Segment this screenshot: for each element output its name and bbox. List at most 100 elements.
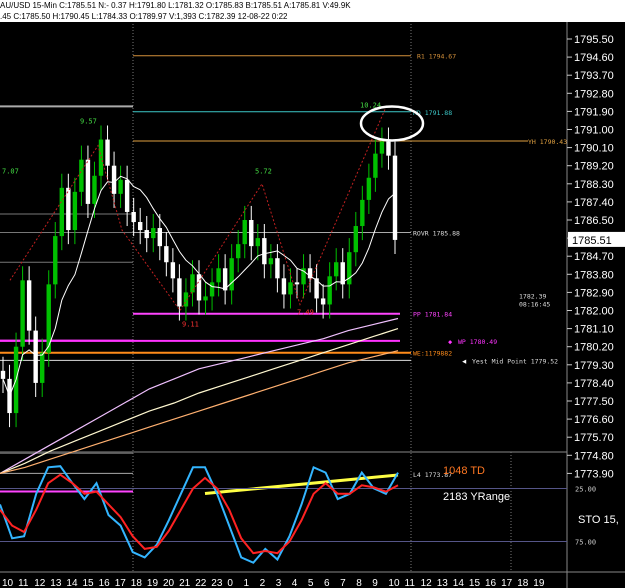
price-label: 1773.90 bbox=[574, 468, 614, 480]
candle-body bbox=[151, 228, 156, 239]
time-label: 20 bbox=[163, 578, 175, 588]
time-label: 1 bbox=[244, 578, 250, 588]
price-axis: 1795.50 1794.60 1793.70 1792.80 1791.90 1791.… bbox=[567, 34, 625, 480]
ymid-label: Yest Mid Point 1779.52 bbox=[472, 357, 558, 365]
candle-body bbox=[138, 222, 143, 231]
candle-body bbox=[216, 268, 221, 283]
current-price-label: 1785.51 bbox=[572, 235, 612, 247]
r1-label: R1 1794.67 bbox=[417, 53, 456, 61]
price-label: 1786.50 bbox=[574, 215, 614, 227]
candle-body bbox=[164, 246, 169, 263]
price-label: 1789.20 bbox=[574, 161, 614, 173]
candle-body bbox=[196, 274, 202, 301]
candle-body bbox=[118, 179, 123, 194]
candles bbox=[0, 125, 398, 428]
stochastic-panel: 25.00 75.00 1048 TD 2183 YRange STO 15, bbox=[0, 465, 619, 564]
price-label: 1794.60 bbox=[574, 52, 614, 64]
time-label: 18 bbox=[131, 578, 143, 588]
time-label: 2 bbox=[260, 578, 266, 588]
l4-trend bbox=[204, 473, 399, 496]
swing-label: 9.11 bbox=[182, 321, 199, 329]
candle-body bbox=[66, 187, 71, 231]
candle-body bbox=[268, 258, 274, 265]
wp-label: WP 1780.49 bbox=[458, 338, 497, 346]
swing-label: 5.72 bbox=[255, 168, 272, 176]
candle-body bbox=[72, 191, 78, 231]
time-label: 23 bbox=[211, 578, 223, 588]
price-label: 1776.60 bbox=[574, 414, 614, 426]
candle-body bbox=[92, 175, 97, 204]
time-label: 21 bbox=[179, 578, 191, 588]
candle-body bbox=[111, 165, 117, 194]
yh-label: YH 1790.43 bbox=[528, 138, 567, 146]
candle-body bbox=[379, 141, 385, 154]
candle-body bbox=[131, 211, 136, 223]
time-label: 22 bbox=[195, 578, 207, 588]
candle-body bbox=[334, 262, 339, 277]
time-label: 5 bbox=[308, 578, 314, 588]
candle-body bbox=[53, 236, 58, 285]
price-label: 1790.10 bbox=[574, 143, 614, 155]
candle-body bbox=[40, 352, 45, 383]
price-label: 1774.80 bbox=[574, 450, 614, 462]
price-label: 1777.50 bbox=[574, 396, 614, 408]
time-label: 7 bbox=[340, 578, 346, 588]
time-label: 0 bbox=[227, 578, 233, 588]
time-label: 19 bbox=[147, 578, 159, 588]
cursor-time: 08:16:45 bbox=[519, 300, 550, 308]
candle-body bbox=[242, 220, 247, 245]
time-label: 18 bbox=[517, 578, 529, 588]
candle-body bbox=[157, 228, 162, 247]
candle-body bbox=[320, 298, 326, 305]
candle-body bbox=[26, 280, 32, 331]
price-label: 1781.10 bbox=[574, 324, 614, 336]
price-label: 1792.80 bbox=[574, 88, 614, 100]
candle-body bbox=[353, 226, 358, 253]
swing-label: 7.07 bbox=[2, 168, 19, 176]
time-label: 17 bbox=[501, 578, 513, 588]
time-label: 11 bbox=[18, 578, 29, 588]
candle-body bbox=[79, 159, 84, 192]
candle-body bbox=[288, 282, 293, 295]
sto-lower-label: 75.00 bbox=[575, 539, 596, 547]
we-label: WE:1179882 bbox=[413, 350, 452, 358]
time-label: 11 bbox=[405, 578, 416, 588]
candle-body bbox=[360, 199, 365, 227]
rovr-label: ROVR 1785.88 bbox=[413, 229, 460, 237]
candle-body bbox=[249, 220, 254, 247]
time-label: 16 bbox=[99, 578, 111, 588]
time-label: 14 bbox=[66, 578, 78, 588]
time-label: 17 bbox=[115, 578, 127, 588]
candle-body bbox=[366, 177, 372, 200]
time-label: 14 bbox=[453, 578, 465, 588]
time-label: 15 bbox=[469, 578, 481, 588]
swing-label: 7.49 bbox=[297, 309, 314, 317]
price-label: 1778.40 bbox=[574, 378, 614, 390]
time-label: 16 bbox=[485, 578, 497, 588]
yrange-label: 2183 YRange bbox=[443, 491, 510, 503]
time-label: 12 bbox=[421, 578, 433, 588]
time-label: 10 bbox=[2, 578, 14, 588]
candle-body bbox=[392, 155, 398, 240]
candle-body bbox=[170, 262, 176, 279]
candle-body bbox=[327, 276, 332, 305]
candle-body bbox=[294, 282, 300, 285]
price-label: 1779.30 bbox=[574, 360, 614, 372]
pp-label: PP 1781.84 bbox=[413, 311, 452, 319]
price-label: 1782.00 bbox=[574, 306, 614, 318]
candle-body bbox=[209, 282, 215, 297]
price-label: 1791.00 bbox=[574, 125, 614, 137]
swing-label: 9.57 bbox=[80, 117, 97, 125]
candle-body bbox=[124, 179, 130, 212]
price-label: 1780.20 bbox=[574, 342, 614, 354]
time-label: 9 bbox=[372, 578, 378, 588]
candle-body bbox=[275, 258, 280, 279]
price-chart[interactable]: 1795.50 1794.60 1793.70 1792.80 1791.90 1791.… bbox=[0, 0, 625, 588]
candle-body bbox=[85, 159, 91, 204]
time-axis: 10 11 12 13 14 15 16 17 18 19 20 21 22 23 0 1 2 3 4 5 6 7 8 9 10… bbox=[2, 578, 545, 588]
candle-body bbox=[20, 280, 25, 347]
candle-body bbox=[203, 296, 208, 301]
price-label: 1782.90 bbox=[574, 287, 614, 299]
price-label: 1788.30 bbox=[574, 179, 614, 191]
price-label: 1793.70 bbox=[574, 70, 614, 82]
